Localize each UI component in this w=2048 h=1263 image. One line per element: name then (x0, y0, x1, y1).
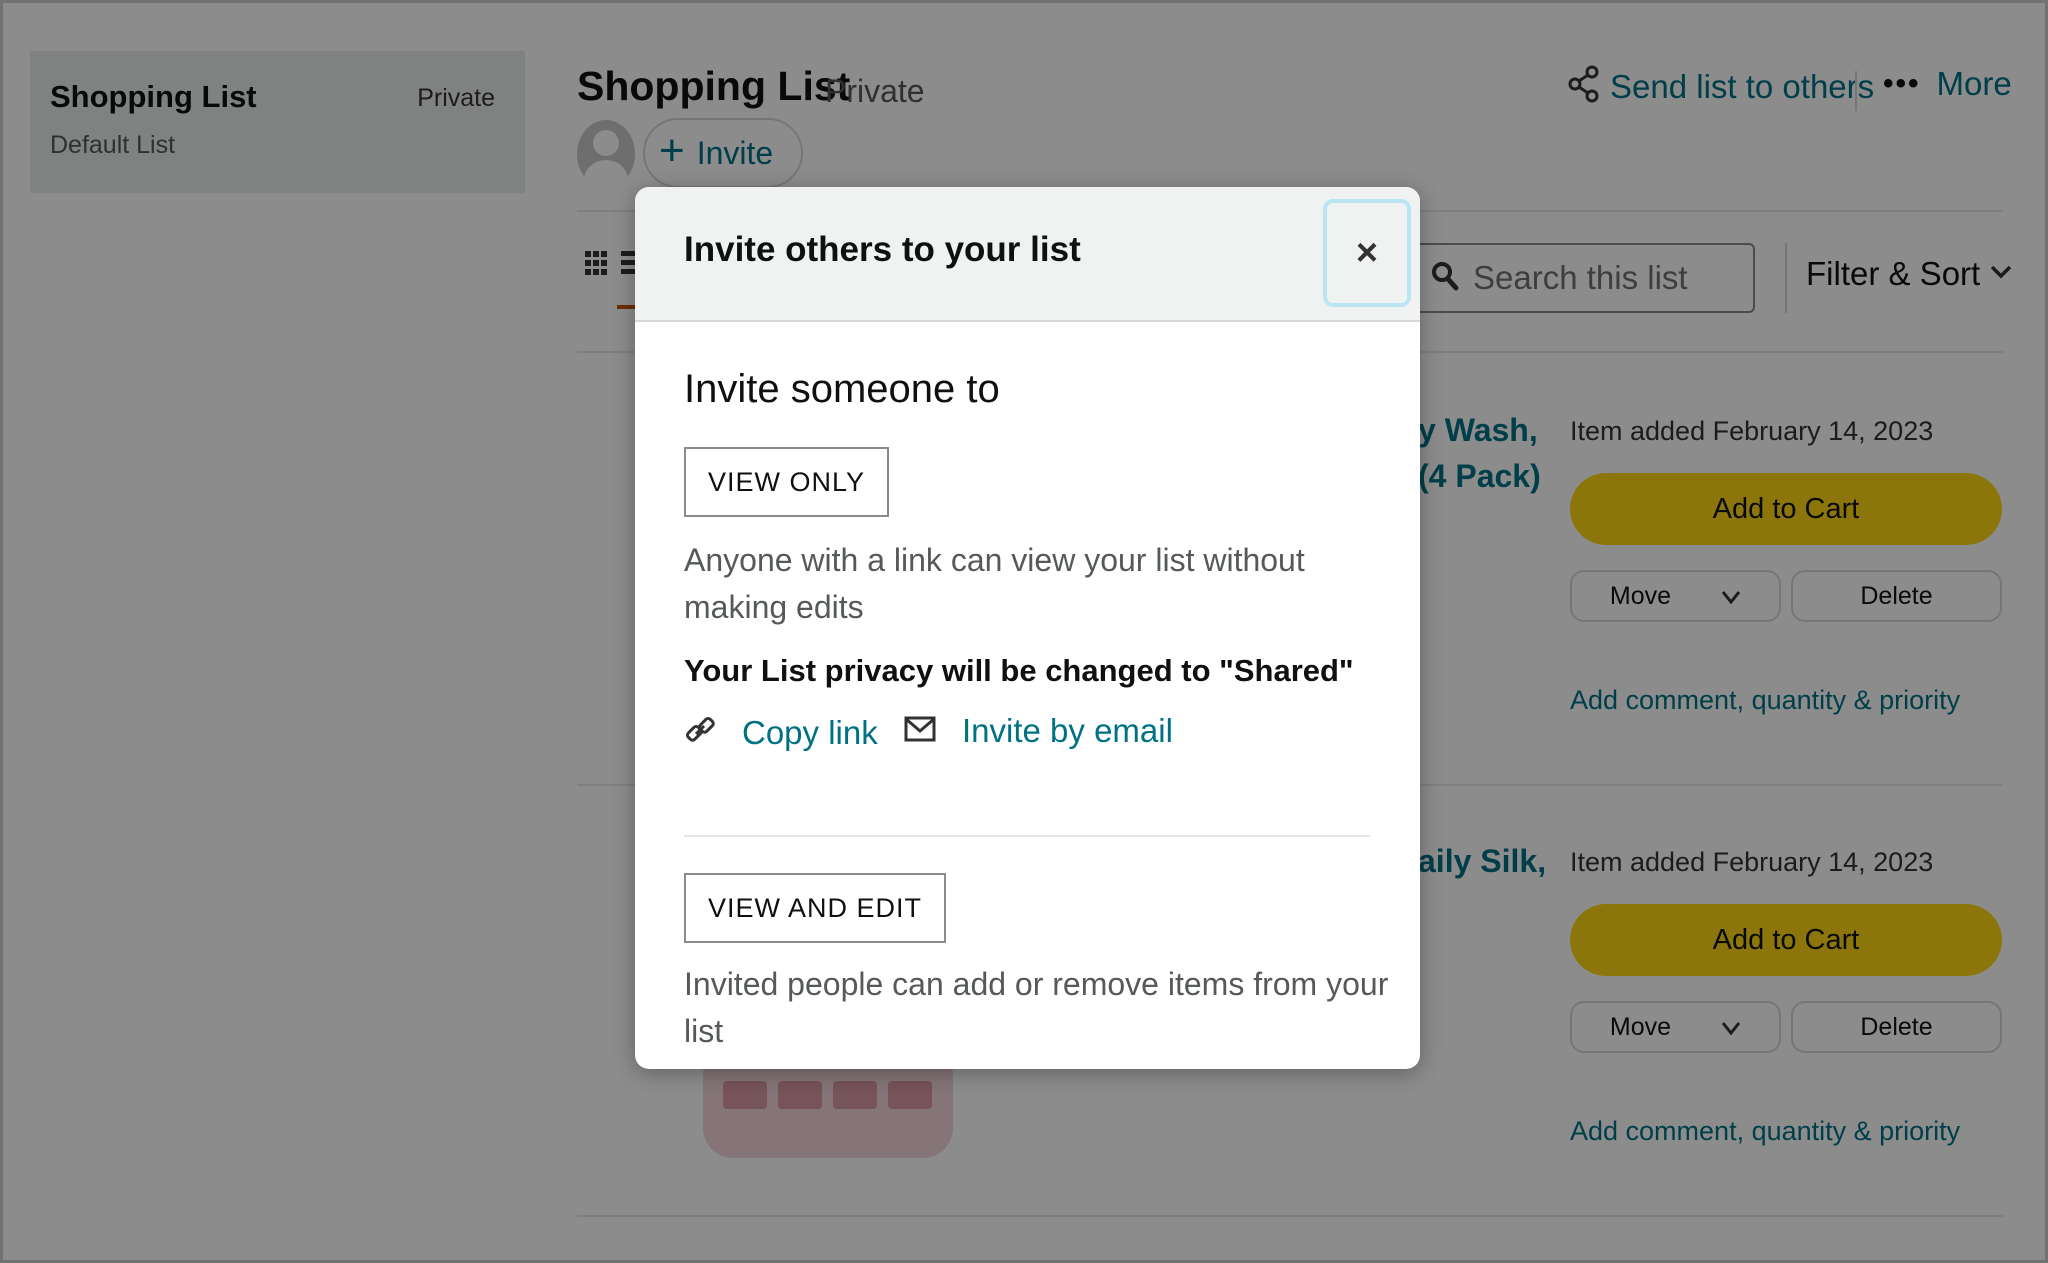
view-only-button[interactable]: VIEW ONLY (684, 447, 890, 517)
privacy-notice: Your List privacy will be changed to "Sh… (684, 653, 1354, 688)
invite-by-email-button[interactable]: Invite by email (904, 712, 1173, 750)
copy-link-label: Copy link (742, 713, 878, 751)
invite-email-label: Invite by email (962, 712, 1173, 749)
view-only-description: Anyone with a link can view your list wi… (684, 542, 1305, 625)
modal-header: Invite others to your list × (635, 187, 1420, 322)
mail-icon (904, 715, 936, 748)
modal-title: Invite others to your list (684, 230, 1081, 269)
invite-modal: Invite others to your list × Invite some… (635, 187, 1420, 1069)
link-icon (684, 712, 716, 753)
view-edit-description: Invited people can add or remove items f… (684, 966, 1389, 1049)
modal-divider (684, 835, 1370, 837)
view-and-edit-button[interactable]: VIEW AND EDIT (684, 873, 947, 943)
invite-heading: Invite someone to (684, 367, 1000, 411)
close-button[interactable]: × (1323, 199, 1411, 307)
copy-link-button[interactable]: Copy link (684, 712, 878, 753)
close-icon: × (1355, 231, 1379, 274)
